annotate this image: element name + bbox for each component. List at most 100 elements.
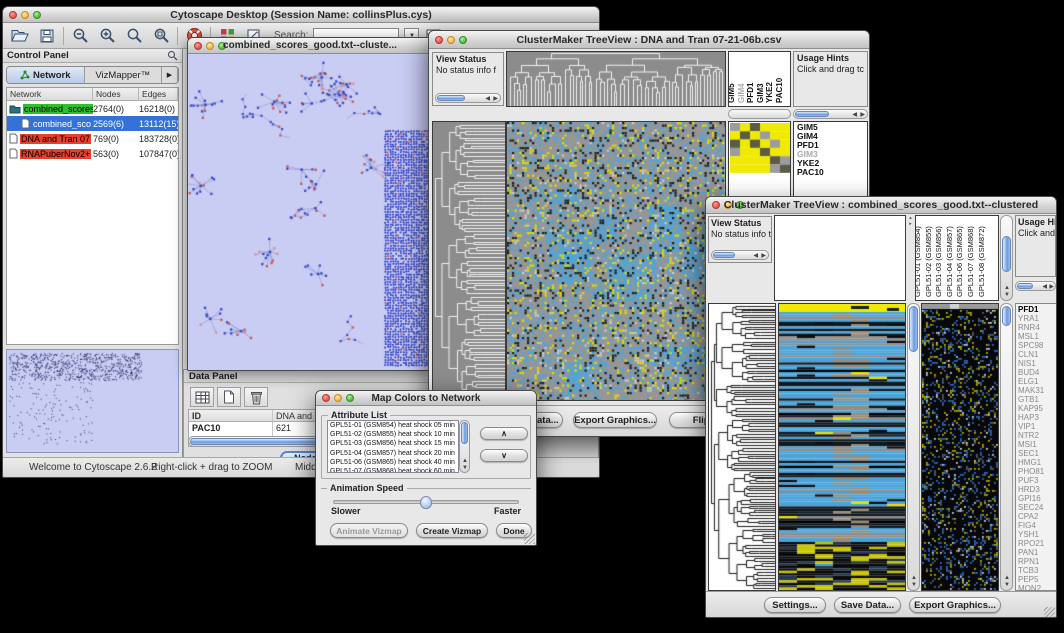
scrollbar-thumb[interactable] — [909, 306, 918, 352]
zoom-out-icon[interactable] — [69, 26, 91, 46]
export-graphics-button[interactable]: Export Graphics... — [573, 412, 657, 428]
scroll-left-icon[interactable]: ◀ — [753, 253, 758, 259]
treeview1-usage-hscrollbar[interactable]: ◀ ▶ — [793, 109, 868, 119]
attribute-list-vscrollbar[interactable]: ▲ ▼ — [459, 420, 470, 473]
create-vizmap-button[interactable]: Create Vizmap — [416, 523, 488, 538]
attribute-item[interactable]: GPL51-03 (GSM856) heat shock 15 min — [328, 439, 458, 448]
scroll-right-icon[interactable]: ▶ — [860, 112, 865, 118]
network-row[interactable]: combined_scores2764(0)16218(0) — [7, 101, 178, 116]
scroll-up-icon[interactable]: ▲ — [1004, 575, 1010, 581]
scroll-down-icon[interactable]: ▼ — [911, 582, 917, 588]
zoom-in-icon[interactable] — [96, 26, 118, 46]
move-up-button[interactable]: ∧ — [480, 427, 528, 440]
network-row[interactable]: RNAPuberNov2+563(0)107847(0) — [7, 146, 178, 161]
scroll-right-icon[interactable]: ▶ — [493, 96, 498, 102]
treeview2-collabel-scroll-strip[interactable]: ▴▸ — [907, 215, 914, 301]
treeview2-column-dendrogram-panel[interactable] — [774, 215, 906, 301]
map-dialog-titlebar[interactable]: Map Colors to Network — [316, 391, 536, 406]
attribute-list[interactable]: GPL51-01 (GSM854) heat shock 05 minGPL51… — [327, 420, 459, 473]
treeview2-usage-hscrollbar[interactable]: ◀ ▶ — [1015, 281, 1056, 291]
scroll-up-icon[interactable]: ▲ — [911, 575, 917, 581]
network-row[interactable]: DNA and Tran 07769(0)183728(0) — [7, 131, 178, 146]
settings-button[interactable]: Settings... — [764, 597, 826, 613]
view-status-hscrollbar[interactable]: ◀ ▶ — [435, 93, 501, 103]
view-status-title: View Status — [709, 217, 771, 229]
treeview2-heatmap-vscrollbar[interactable]: ▲ ▼ — [907, 303, 920, 591]
scroll-down-icon[interactable]: ▼ — [1004, 292, 1010, 298]
move-down-button[interactable]: ∨ — [480, 449, 528, 462]
treeview1-column-labels[interactable]: GIM5GIM4PFD1GIM3YKE2PAC10 — [728, 51, 791, 107]
network-birdseye-view[interactable] — [6, 349, 179, 453]
treeview2-global-vscrollbar[interactable]: ▲ ▼ — [1000, 303, 1013, 591]
treeview2-titlebar[interactable]: ClusterMaker TreeView : combined_scores_… — [706, 197, 1056, 214]
new-attribute-icon[interactable] — [217, 387, 241, 407]
treeview1-titlebar[interactable]: ClusterMaker TreeView : DNA and Tran 07-… — [429, 31, 869, 49]
slider-thumb[interactable] — [420, 496, 432, 509]
treeview1-mini-heatmap[interactable] — [730, 123, 790, 173]
attribute-item[interactable]: GPL51-07 (GSM868) heat shock 60 min — [328, 467, 458, 473]
treeview2-view-status: View Status No status info t ◀ ▶ — [708, 216, 772, 263]
zoom-selected-icon[interactable] — [150, 26, 172, 46]
treeview2-gene-labels[interactable]: PFD1YRA1RNR4MSL1SPC98CLN1NIS1BUD4ELG1MAK… — [1015, 303, 1057, 591]
resize-grip[interactable] — [1044, 607, 1055, 618]
attribute-table-icon[interactable] — [190, 387, 214, 407]
scroll-left-icon[interactable]: ◀ — [852, 112, 857, 118]
attribute-item[interactable]: GPL51-02 (GSM855) heat shock 10 min — [328, 430, 458, 439]
scrollbar-thumb[interactable] — [1002, 236, 1011, 272]
attribute-item[interactable]: GPL51-04 (GSM857) heat shock 20 min — [328, 449, 458, 458]
edges-col-header[interactable]: Edges — [139, 88, 178, 100]
treeview2-heatmap[interactable] — [778, 303, 906, 591]
scroll-right-icon[interactable]: ▶ — [761, 253, 766, 259]
scrollbar-thumb[interactable] — [795, 111, 829, 117]
scrollbar-thumb[interactable] — [437, 95, 465, 101]
resize-grip[interactable] — [524, 533, 535, 544]
scroll-left-icon[interactable]: ◀ — [1042, 284, 1047, 290]
open-file-icon[interactable] — [9, 26, 31, 46]
scrollbar-thumb[interactable] — [1017, 283, 1033, 289]
control-panel-search-icon[interactable] — [167, 50, 178, 61]
scroll-down-icon[interactable]: ▼ — [1004, 582, 1010, 588]
treeview2-global-view[interactable] — [921, 303, 999, 591]
network-canvas[interactable] — [188, 54, 432, 370]
scroll-right-icon[interactable]: ▶ — [1049, 284, 1054, 290]
network-list-header[interactable]: Network Nodes Edges — [7, 88, 178, 101]
animate-vizmap-button[interactable]: Animate Vizmap — [330, 523, 408, 538]
tab-network[interactable]: Network — [7, 67, 85, 83]
column-label: GPL51-06 (GSM865) — [955, 226, 964, 297]
tab-overflow-button[interactable]: ▶ — [162, 67, 178, 83]
edges-count: 13112(15) — [139, 119, 178, 129]
scroll-left-icon[interactable]: ◀ — [485, 96, 490, 102]
cytoscape-titlebar[interactable]: Cytoscape Desktop (Session Name: collins… — [3, 7, 599, 23]
attribute-item[interactable]: GPL51-06 (GSM865) heat shock 40 min — [328, 458, 458, 467]
animation-speed-label: Animation Speed — [327, 483, 407, 493]
scrollbar-thumb[interactable] — [461, 422, 468, 444]
attribute-item[interactable]: GPL51-01 (GSM854) heat shock 05 min — [328, 421, 458, 430]
treeview1-column-dendrogram[interactable] — [506, 51, 726, 107]
scroll-up-icon[interactable]: ▲ — [462, 458, 468, 464]
scroll-down-icon[interactable]: ▼ — [462, 465, 468, 471]
treeview2-row-dendrogram[interactable] — [708, 303, 776, 591]
network-name: DNA and Tran 07 — [7, 133, 93, 144]
network-row[interactable]: combined_sco2569(6)13112(15) — [7, 116, 178, 131]
treeview1-row-dendrogram[interactable] — [432, 121, 506, 401]
nodes-col-header[interactable]: Nodes — [93, 88, 139, 100]
id-col-header[interactable]: ID — [189, 410, 273, 421]
scroll-up-icon[interactable]: ▲ — [1004, 285, 1010, 291]
scrollbar-thumb[interactable] — [713, 252, 735, 258]
network-col-header[interactable]: Network — [7, 88, 93, 100]
treeview2-collabel-vscrollbar[interactable]: ▲ ▼ — [1000, 215, 1013, 301]
export-graphics-button[interactable]: Export Graphics... — [909, 597, 1001, 613]
tab-vizmapper[interactable]: VizMapper™ — [85, 67, 163, 83]
save-data-button[interactable]: Save Data... — [834, 597, 901, 613]
treeview1-collabel-hscrollbar[interactable] — [728, 109, 791, 119]
zoom-fit-icon[interactable] — [123, 26, 145, 46]
delete-attribute-trash-icon[interactable] — [244, 387, 268, 407]
treeview1-heatmap[interactable] — [506, 121, 726, 401]
scrollbar-thumb[interactable] — [1002, 306, 1011, 326]
network-view-titlebar[interactable]: combined_scores_good.txt--cluste... — [188, 38, 432, 54]
edges-count: 183728(0) — [139, 134, 178, 144]
animation-speed-slider[interactable] — [333, 500, 519, 504]
treeview2-column-labels[interactable]: GPL51-01 (GSM854)GPL51-02 (GSM855)GPL51-… — [915, 215, 999, 301]
save-icon[interactable] — [36, 26, 58, 46]
view-status-hscrollbar[interactable]: ◀ ▶ — [711, 250, 769, 260]
